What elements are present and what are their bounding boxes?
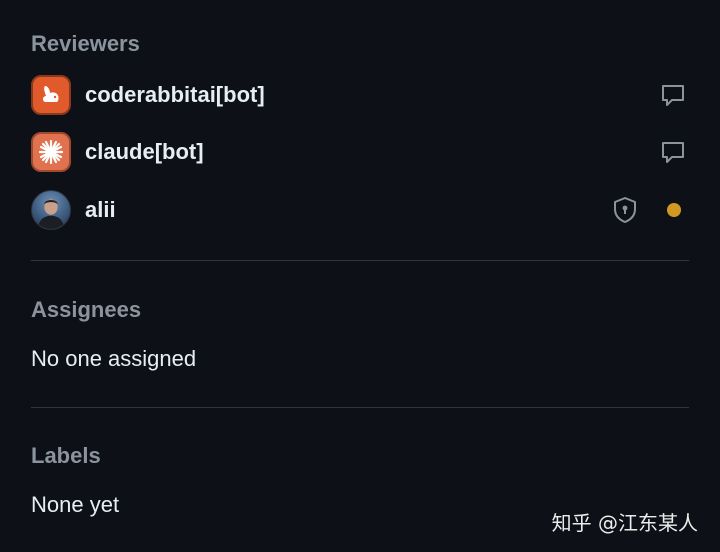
claude-starburst-icon: [38, 139, 64, 165]
assignees-section: Assignees: [31, 296, 689, 324]
rabbit-icon: [43, 86, 59, 102]
watermark-text: 知乎 @江东某人: [551, 511, 698, 535]
labels-section: Labels: [31, 442, 689, 470]
reviewer-row-claude[interactable]: claude[bot]: [31, 131, 689, 173]
divider: [31, 407, 689, 408]
assignees-value: No one assigned: [31, 346, 197, 371]
reviewer-name[interactable]: alii: [85, 197, 116, 223]
person-photo-icon: [37, 199, 65, 229]
divider: [31, 260, 689, 261]
reviewer-row-coderabbitai[interactable]: coderabbitai[bot]: [31, 74, 689, 116]
claude-avatar[interactable]: [31, 132, 71, 172]
reviewer-name[interactable]: coderabbitai[bot]: [85, 82, 265, 108]
comment-icon[interactable]: [657, 79, 689, 111]
user-photo-avatar[interactable]: [31, 190, 71, 230]
shield-lock-icon[interactable]: [609, 194, 641, 226]
comment-icon[interactable]: [657, 136, 689, 168]
reviewers-section: Reviewers: [31, 30, 689, 58]
reviewer-name[interactable]: claude[bot]: [85, 139, 204, 165]
rabbit-avatar[interactable]: [31, 75, 71, 115]
assignees-title[interactable]: Assignees: [31, 296, 689, 324]
pending-status-dot: [667, 203, 681, 217]
labels-title[interactable]: Labels: [31, 442, 689, 470]
reviewers-title[interactable]: Reviewers: [31, 30, 689, 58]
reviewer-row-alii[interactable]: alii: [31, 189, 689, 231]
